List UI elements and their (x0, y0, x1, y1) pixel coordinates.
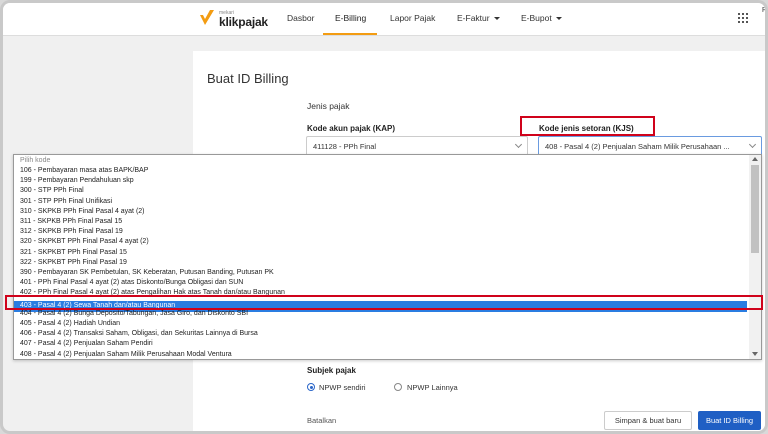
radio-npwp-sendiri-label[interactable]: NPWP sendiri (319, 383, 366, 392)
nav-e-faktur[interactable]: E-Faktur (457, 13, 500, 23)
chevron-down-icon (748, 140, 757, 149)
kjs-select-value: 408 - Pasal 4 (2) Penjualan Saham Milik … (545, 142, 730, 151)
radio-npwp-lainnya[interactable] (394, 383, 402, 391)
active-tab-indicator (323, 33, 377, 35)
dropdown-option[interactable]: 321 - SKPKBT PPh Final Pasal 15 (14, 248, 747, 258)
user-avatar-initial[interactable]: P (762, 7, 765, 14)
dropdown-option[interactable]: 320 - SKPKBT PPh Final Pasal 4 ayat (2) (14, 237, 747, 247)
section-title-jenis-pajak: Jenis pajak (307, 101, 350, 111)
create-billing-button[interactable]: Buat ID Billing (698, 411, 761, 430)
dropdown-option[interactable]: 407 - Pasal 4 (2) Penjualan Saham Pendir… (14, 339, 747, 349)
scrollbar-thumb[interactable] (751, 165, 759, 253)
dropdown-option[interactable]: 301 - STP PPh Final Unifikasi (14, 197, 747, 207)
chevron-down-icon (493, 17, 500, 21)
browser-frame: mekari klikpajak Dasbor E-Billing Lapor … (0, 0, 768, 434)
selected-option-highlight-box (5, 295, 763, 310)
nav-e-bupot[interactable]: E-Bupot (521, 13, 562, 23)
dropdown-option[interactable]: 408 - Pasal 4 (2) Penjualan Saham Milik … (14, 350, 747, 359)
page-title: Buat ID Billing (207, 71, 289, 86)
kap-select[interactable]: 411128 - PPh Final (306, 136, 528, 156)
kap-select-value: 411128 - PPh Final (313, 142, 377, 151)
save-and-new-button[interactable]: Simpan & buat baru (604, 411, 692, 430)
kap-label: Kode akun pajak (KAP) (307, 124, 396, 133)
scroll-down-arrow-icon[interactable] (752, 352, 758, 356)
nav-lapor-pajak[interactable]: Lapor Pajak (390, 13, 435, 23)
app-grid-icon[interactable] (738, 13, 748, 23)
kjs-highlight-box (520, 116, 655, 136)
nav-e-bupot-label: E-Bupot (521, 13, 552, 23)
subject-title: Subjek pajak (307, 366, 356, 375)
radio-npwp-sendiri[interactable] (307, 383, 315, 391)
scroll-up-arrow-icon[interactable] (752, 157, 758, 161)
dropdown-option[interactable]: 404 - Pasal 4 (2) Bunga Deposito/Tabunga… (14, 309, 747, 319)
dropdown-option[interactable]: 322 - SKPKBT PPh Final Pasal 19 (14, 258, 747, 268)
dropdown-option[interactable]: 406 - Pasal 4 (2) Transaksi Saham, Oblig… (14, 329, 747, 339)
dropdown-option[interactable]: 405 - Pasal 4 (2) Hadiah Undian (14, 319, 747, 329)
checkmark-logo-icon (200, 10, 214, 25)
dropdown-placeholder: Pilih kode (20, 157, 51, 164)
dropdown-option[interactable]: 310 - SKPKB PPh Final Pasal 4 ayat (2) (14, 207, 747, 217)
top-navigation: mekari klikpajak Dasbor E-Billing Lapor … (3, 3, 765, 36)
nav-e-billing[interactable]: E-Billing (335, 13, 366, 23)
radio-npwp-lainnya-label[interactable]: NPWP Lainnya (407, 383, 458, 392)
chevron-down-icon (555, 17, 562, 21)
dropdown-option[interactable]: 311 - SKPKB PPh Final Pasal 15 (14, 217, 747, 227)
cancel-link[interactable]: Batalkan (307, 416, 336, 425)
klikpajak-logo[interactable]: mekari klikpajak (199, 7, 269, 33)
nav-e-faktur-label: E-Faktur (457, 13, 490, 23)
dropdown-option[interactable]: 312 - SKPKB PPh Final Pasal 19 (14, 227, 747, 237)
kjs-dropdown-list[interactable]: Pilih kode 106 - Pembayaran masa atas BA… (13, 154, 762, 360)
logo-brand-text: klikpajak (219, 15, 268, 29)
dropdown-option[interactable]: 390 - Pembayaran SK Pembetulan, SK Keber… (14, 268, 747, 278)
dropdown-option[interactable]: 199 - Pembayaran Pendahuluan skp (14, 176, 747, 186)
dropdown-option[interactable]: 300 - STP PPh Final (14, 186, 747, 196)
dropdown-scrollbar[interactable] (749, 155, 761, 359)
dropdown-option[interactable]: 401 - PPh Final Pasal 4 ayat (2) atas Di… (14, 278, 747, 288)
nav-dasbor[interactable]: Dasbor (287, 13, 314, 23)
kjs-select[interactable]: 408 - Pasal 4 (2) Penjualan Saham Milik … (538, 136, 762, 156)
chevron-down-icon (514, 140, 523, 149)
dropdown-option[interactable]: 106 - Pembayaran masa atas BAPK/BAP (14, 166, 747, 176)
